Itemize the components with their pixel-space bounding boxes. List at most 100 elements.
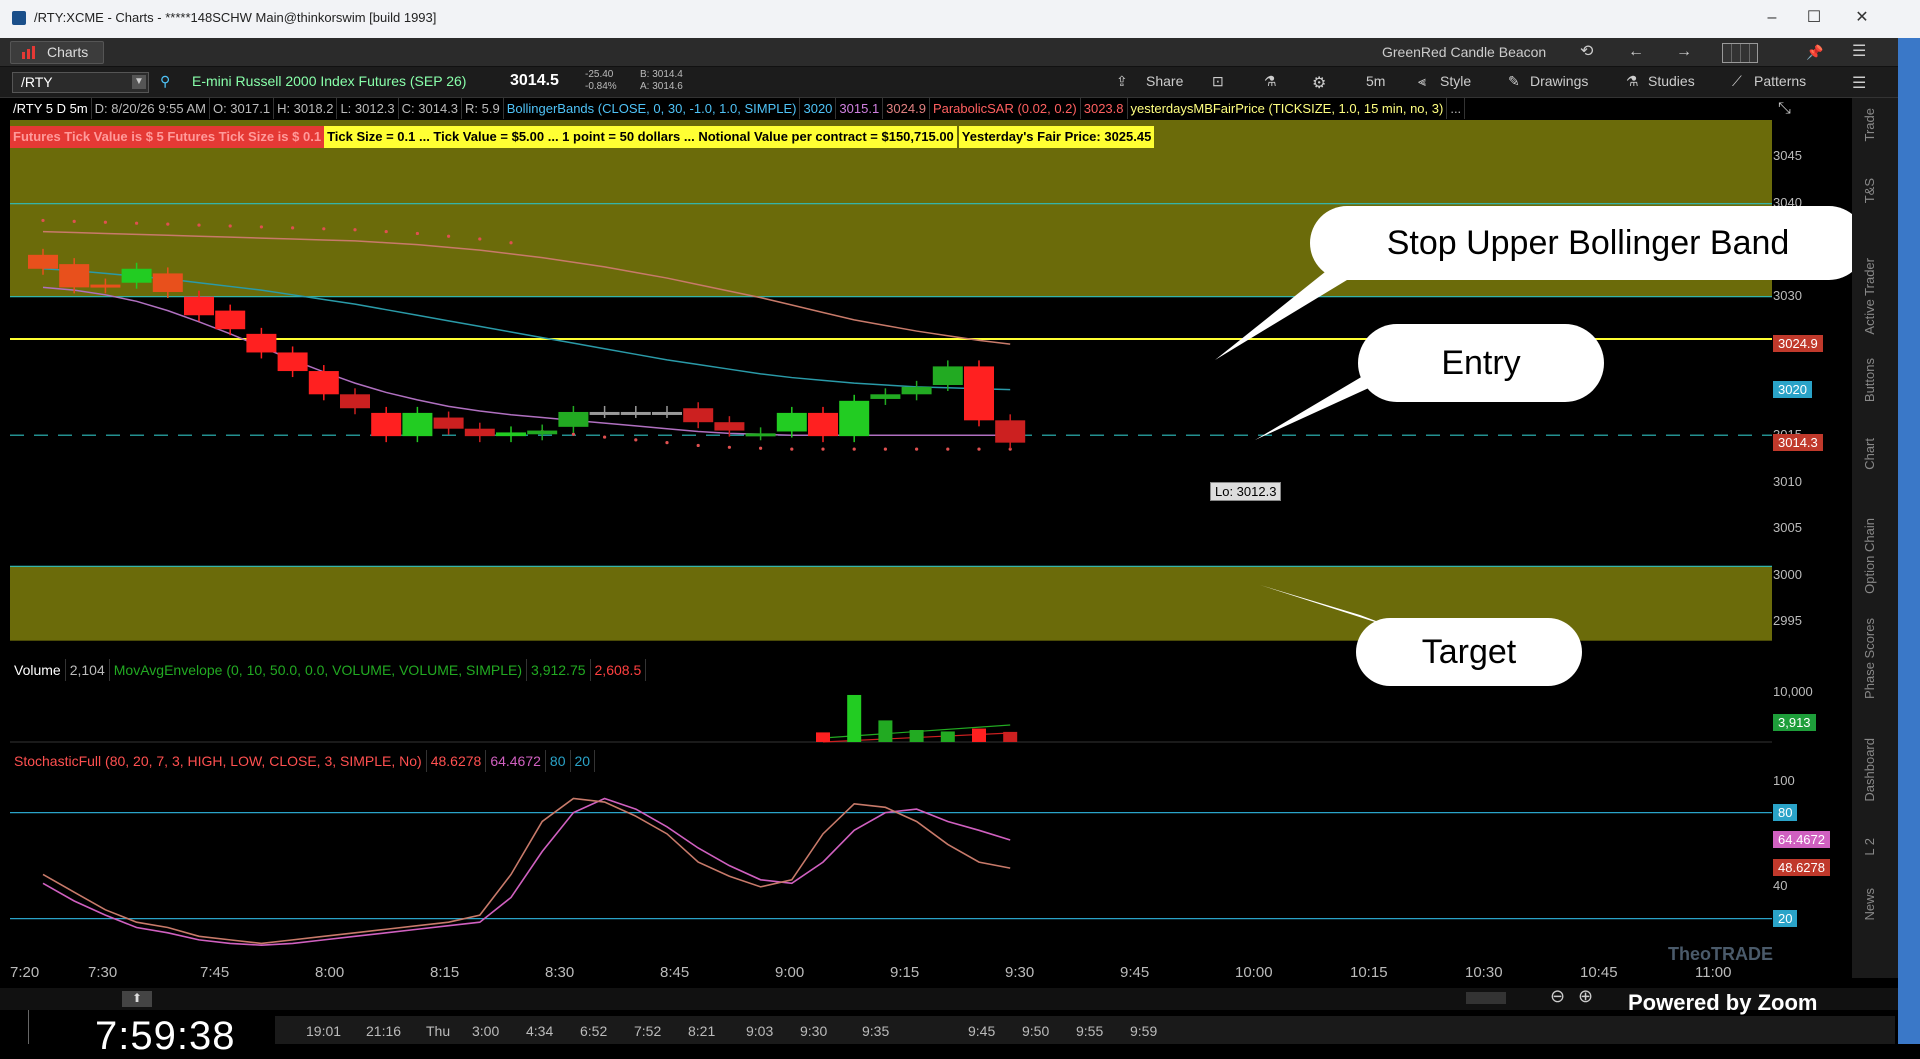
share-button[interactable]: Share (1146, 73, 1183, 89)
right-nav-active-trader[interactable]: Active Trader (1862, 258, 1877, 335)
time-axis-tick: 7:45 (200, 964, 230, 981)
candle (308, 371, 339, 395)
share-icon[interactable]: ⇪ (1116, 73, 1128, 90)
candle (839, 400, 870, 437)
sar-dot (946, 447, 950, 451)
patterns-button[interactable]: Patterns (1754, 73, 1806, 89)
link-icon[interactable]: ⚲ (160, 73, 170, 90)
stoch-badge: 80 (1773, 803, 1798, 821)
gear-icon[interactable]: ⚙ (1312, 73, 1326, 93)
timeframe-button[interactable]: 5m (1366, 73, 1385, 89)
candle (652, 411, 682, 415)
stoch-badge: 48.6278 (1773, 859, 1830, 877)
close-button[interactable]: ✕ (1848, 6, 1876, 30)
sar-dot (447, 234, 451, 238)
title-bar: /RTY:XCME - Charts - *****148SCHW Main@t… (0, 0, 1920, 39)
style-icon[interactable]: ⫷ (1418, 73, 1426, 90)
right-nav-option-chain[interactable]: Option Chain (1862, 518, 1877, 594)
volume-study: MovAvgEnvelope (0, 10, 50.0, 0.0, VOLUME… (110, 659, 528, 681)
info-item: 3015.1 (836, 98, 884, 119)
symbol-value: /RTY (21, 74, 53, 90)
right-nav-phase-scores[interactable]: Phase Scores (1862, 618, 1877, 699)
sar-dot (197, 223, 201, 227)
info-item: H: 3018.2 (274, 98, 338, 119)
right-nav-news[interactable]: News (1862, 888, 1877, 921)
alert-icon[interactable]: ⊡ (1212, 73, 1224, 90)
collapse-icon[interactable]: ⤡ (1778, 100, 1791, 118)
studies-button[interactable]: Studies (1648, 73, 1695, 89)
flask-icon[interactable]: ⚗ (1264, 73, 1277, 90)
right-nav-l-2[interactable]: L 2 (1862, 838, 1877, 856)
grid-layout-icon[interactable] (1722, 43, 1758, 63)
chevron-down-icon[interactable]: ▼ (132, 75, 146, 89)
minimize-button[interactable]: – (1758, 6, 1786, 30)
sar-dot (415, 231, 419, 236)
net-change: -25.40 (585, 69, 614, 80)
candle (808, 412, 838, 437)
time-axis-tick: 10:30 (1465, 964, 1503, 981)
volume-badge: 3,913 (1773, 714, 1816, 731)
timeline-tick: Thu (426, 1023, 451, 1039)
drawings-icon[interactable]: ✎ (1508, 73, 1520, 90)
stochastic-pane[interactable] (10, 772, 1772, 958)
timeline-tick: 8:21 (688, 1023, 716, 1039)
menu-icon[interactable]: ☰ (1852, 41, 1866, 63)
forward-arrow-icon[interactable]: → (1676, 41, 1692, 63)
stoch-ob-value: 80 (546, 750, 571, 772)
pin-icon[interactable]: 📌 (1806, 41, 1823, 63)
stoch-d-value: 64.4672 (486, 750, 546, 772)
candle (683, 408, 714, 423)
info-item: /RTY 5 D 5m (10, 98, 92, 119)
studies-icon[interactable]: ⚗ (1626, 73, 1639, 90)
volume-bar (1003, 731, 1018, 742)
bid-price: B: 3014.4 (640, 69, 683, 80)
candle (589, 411, 620, 415)
candle (932, 366, 963, 385)
scrollbar[interactable] (0, 988, 1898, 1010)
tab-charts[interactable]: Charts (10, 41, 104, 64)
info-item: 3023.8 (1081, 98, 1128, 119)
expand-icon[interactable]: ⬆ (122, 991, 152, 1007)
scroll-thumb[interactable] (1466, 992, 1506, 1004)
time-axis-tick: 11:00 (1695, 964, 1732, 981)
candle (433, 417, 464, 429)
volume-pane[interactable] (10, 680, 1772, 745)
callout-entry: Entry (1358, 324, 1604, 402)
right-nav-chart[interactable]: Chart (1862, 438, 1877, 470)
back-arrow-icon[interactable]: ← (1628, 41, 1644, 63)
maximize-button[interactable]: ☐ (1800, 6, 1828, 30)
net-change-pct: -0.84% (585, 81, 617, 92)
sar-dot (790, 447, 794, 451)
stoch-badge: 20 (1773, 909, 1798, 927)
window-title: /RTY:XCME - Charts - *****148SCHW Main@t… (34, 10, 437, 25)
time-axis-tick: 10:15 (1350, 964, 1388, 981)
candle (28, 254, 58, 269)
right-nav-buttons[interactable]: Buttons (1862, 358, 1877, 402)
candle (340, 394, 370, 409)
timeline-tick: 9:50 (1022, 1023, 1050, 1039)
info-item: yesterdaysMBFairPrice (TICKSIZE, 1.0, 15… (1128, 98, 1448, 119)
drawings-button[interactable]: Drawings (1530, 73, 1588, 89)
sar-dot (759, 446, 763, 450)
right-nav-t-s[interactable]: T&S (1862, 178, 1877, 203)
zoom-out-icon[interactable]: ⊖ (1550, 986, 1565, 1007)
style-button[interactable]: Style (1440, 73, 1471, 89)
toolbar-menu-icon[interactable]: ☰ (1852, 73, 1866, 93)
candle (121, 268, 152, 283)
sar-dot (384, 229, 388, 234)
sar-dot (72, 219, 76, 223)
zoom-in-icon[interactable]: ⊕ (1578, 986, 1593, 1007)
stoch-badge: 64.4672 (1773, 831, 1830, 849)
right-nav-panel: Trade T&S Active Trader Buttons Chart Option … (1852, 98, 1898, 978)
stoch-k-line (42, 797, 1011, 945)
timeline-tick: 9:45 (968, 1023, 996, 1039)
timeline-tick: 21:16 (366, 1023, 402, 1039)
timeline-tick: 6:52 (580, 1023, 608, 1039)
undo-icon[interactable]: ⟲ (1580, 41, 1593, 63)
timeline-tick: 3:00 (472, 1023, 500, 1039)
right-nav-trade[interactable]: Trade (1862, 108, 1877, 141)
right-nav-dashboard[interactable]: Dashboard (1862, 738, 1877, 802)
beacon-label[interactable]: GreenRed Candle Beacon (1382, 41, 1546, 63)
patterns-icon[interactable]: ⟋ (1732, 73, 1742, 90)
symbol-input[interactable]: /RTY ▼ (12, 72, 149, 93)
